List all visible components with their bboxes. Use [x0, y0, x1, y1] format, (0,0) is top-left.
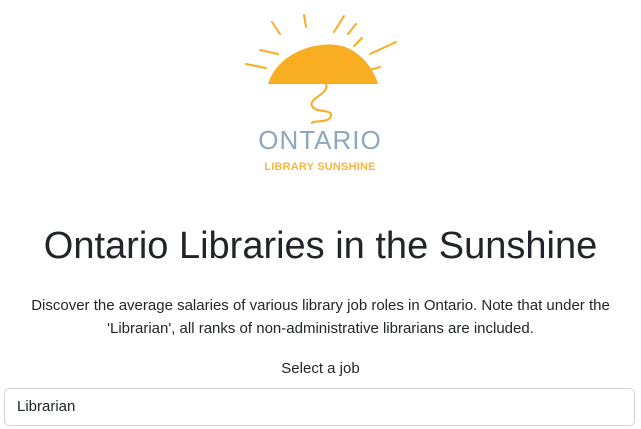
page: ONTARIO LIBRARY SUNSHINE Ontario Librari… — [0, 0, 641, 429]
job-select-label: Select a job — [281, 360, 360, 377]
job-select-value: Librarian — [17, 398, 76, 415]
ontario-library-sunshine-logo: ONTARIO LIBRARY SUNSHINE — [238, 12, 402, 180]
job-select-input[interactable]: Librarian — [4, 388, 635, 426]
logo-subtitle: LIBRARY SUNSHINE — [264, 161, 376, 173]
page-title: Ontario Libraries in the Sunshine — [43, 225, 598, 267]
sun-logo-icon — [245, 14, 397, 124]
logo-wordmark: ONTARIO — [258, 125, 382, 155]
page-description: Discover the average salaries of various… — [31, 297, 610, 337]
